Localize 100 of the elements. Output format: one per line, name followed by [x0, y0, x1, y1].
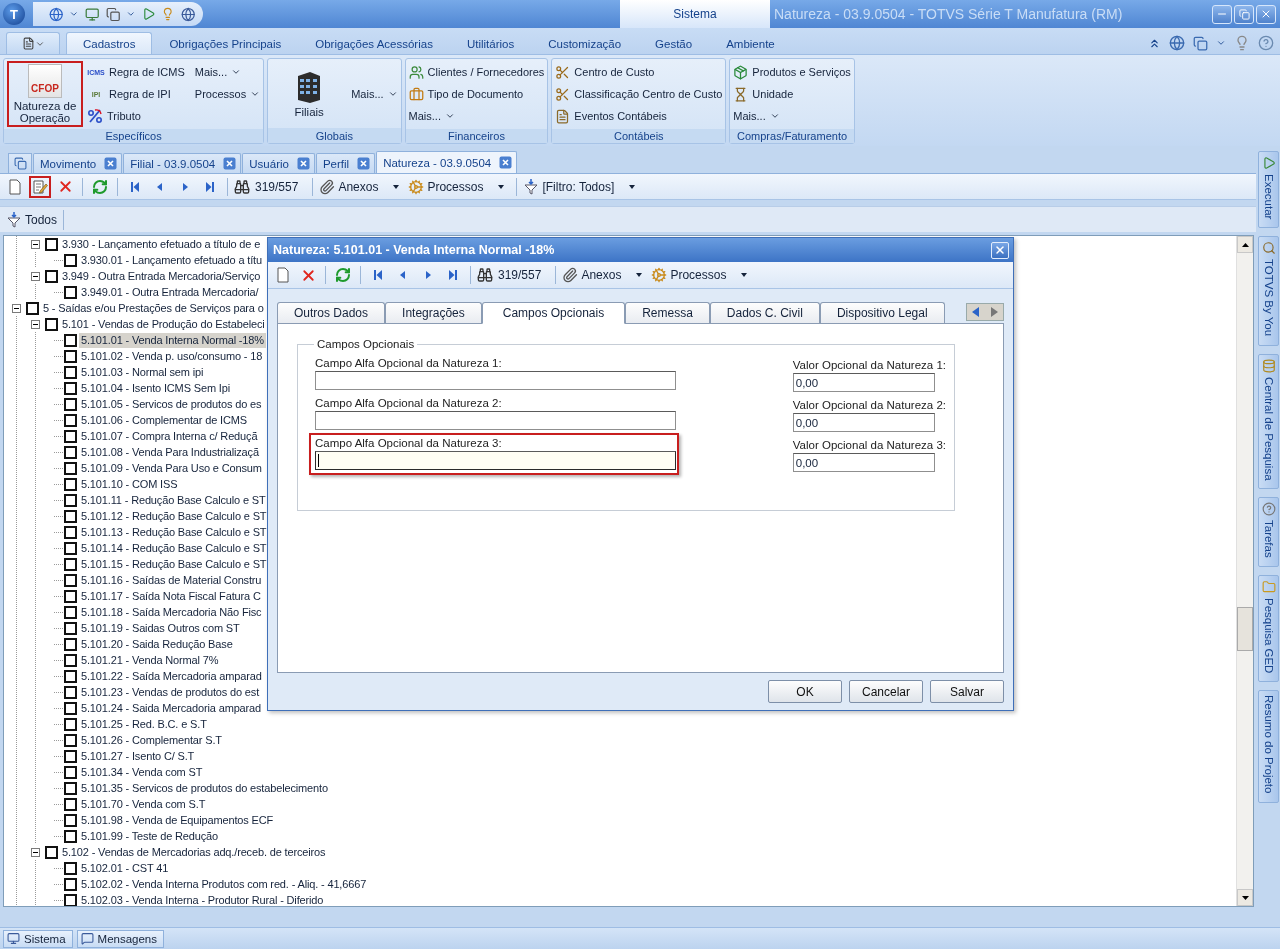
- checkbox[interactable]: [64, 461, 77, 475]
- tree-item-label[interactable]: 5 - Saídas e/ou Prestações de Serviços para o: [41, 300, 266, 316]
- collapse-toggle[interactable]: [31, 271, 40, 281]
- dialog-tab[interactable]: Dados C. Civil: [709, 302, 820, 323]
- ribbon-tab[interactable]: Cadastros: [66, 32, 153, 54]
- input-field[interactable]: [315, 451, 676, 470]
- tree-item-label[interactable]: 5.101.35 - Servicos de produtos do estabelecimento: [79, 780, 330, 796]
- input-field[interactable]: [315, 411, 676, 430]
- checkbox[interactable]: [64, 637, 77, 651]
- app-logo[interactable]: T: [3, 3, 25, 25]
- ribbon-tab[interactable]: Ambiente: [709, 32, 792, 54]
- tree-item-label[interactable]: 5.101.05 - Servicos de produtos do es: [79, 396, 264, 412]
- vertical-scrollbar[interactable]: [1236, 236, 1253, 906]
- ribbon-menu-button[interactable]: Mais...: [408, 110, 545, 122]
- close-button[interactable]: [1256, 4, 1276, 24]
- dialog-tab[interactable]: Integrações: [385, 302, 482, 323]
- toolbar-menu[interactable]: Processos: [408, 178, 511, 195]
- input-field[interactable]: 0,00: [792, 373, 935, 392]
- ribbon-button[interactable]: Clientes / Fornecedores: [408, 64, 545, 80]
- ribbon-button[interactable]: Eventos Contábeis: [555, 108, 723, 124]
- tree-item-label[interactable]: 5.101.16 - Saídas de Material Constru: [79, 572, 264, 588]
- system-tab[interactable]: Sistema: [620, 0, 770, 28]
- ribbon-menu-button[interactable]: Mais...: [351, 87, 398, 100]
- document-tab[interactable]: Usuário: [242, 153, 315, 173]
- application-menu-button[interactable]: [6, 32, 60, 54]
- checkbox[interactable]: [64, 605, 77, 619]
- ribbon-button[interactable]: Produtos e Serviços: [733, 64, 851, 80]
- tree-item-label[interactable]: 3.949.01 - Outra Entrada Mercadoria/: [79, 284, 261, 300]
- checkbox[interactable]: [64, 589, 77, 603]
- checkbox[interactable]: [64, 877, 77, 891]
- play-icon[interactable]: [141, 7, 156, 21]
- collapse-toggle[interactable]: [31, 239, 40, 249]
- tree-item-label[interactable]: 5.101.10 - COM ISS: [79, 476, 180, 492]
- close-icon[interactable]: [357, 157, 371, 170]
- side-panel-tab[interactable]: TOTVS By You: [1258, 236, 1279, 346]
- ribbon-menu-button[interactable]: Mais...: [194, 66, 261, 78]
- ribbon-menu-button[interactable]: Mais...: [733, 110, 851, 122]
- checkbox[interactable]: [64, 717, 77, 731]
- tree-item-label[interactable]: 5.101.23 - Vendas de produtos do est: [79, 684, 262, 700]
- toolbar-menu[interactable]: Processos: [651, 267, 754, 283]
- checkbox[interactable]: [64, 509, 77, 523]
- toolbar-menu[interactable]: [Filtro: Todos]: [523, 178, 642, 195]
- checkbox[interactable]: [64, 285, 77, 299]
- globe-icon[interactable]: [1169, 35, 1185, 51]
- ribbon-button[interactable]: Classificação Centro de Custo: [555, 86, 723, 102]
- checkbox[interactable]: [45, 269, 58, 283]
- tree-item-label[interactable]: 5.101.17 - Saída Nota Fiscal Fatura C: [79, 588, 263, 604]
- search-icon[interactable]: [477, 267, 493, 283]
- ribbon-menu-button[interactable]: Processos: [194, 88, 261, 100]
- checkbox[interactable]: [64, 381, 77, 395]
- close-icon[interactable]: [104, 157, 118, 170]
- close-icon[interactable]: [499, 156, 513, 169]
- close-icon[interactable]: [223, 157, 237, 170]
- ribbon-large-button[interactable]: Filiais: [271, 61, 348, 126]
- side-panel-tab[interactable]: Resumo do Projeto: [1258, 690, 1279, 803]
- checkbox[interactable]: [64, 493, 77, 507]
- dialog-button[interactable]: Cancelar: [849, 680, 923, 703]
- close-button[interactable]: [991, 241, 1009, 259]
- document-tab[interactable]: Natureza - 03.9.0504: [376, 151, 518, 173]
- document-tab[interactable]: Filial - 03.9.0504: [123, 153, 242, 173]
- tree-item-label[interactable]: 5.101.12 - Redução Base Calculo e ST: [79, 508, 269, 524]
- tree-item-label[interactable]: 5.101.22 - Saída Mercadoria amparad: [79, 668, 264, 684]
- checkbox[interactable]: [64, 781, 77, 795]
- status-bar-button[interactable]: Sistema: [3, 929, 73, 948]
- checkbox[interactable]: [64, 621, 77, 635]
- checkbox[interactable]: [64, 861, 77, 875]
- checkbox[interactable]: [64, 829, 77, 843]
- ribbon-button[interactable]: Unidade: [733, 86, 851, 102]
- checkbox[interactable]: [64, 477, 77, 491]
- collapse-toggle[interactable]: [12, 303, 21, 313]
- filter-button[interactable]: Todos: [4, 209, 65, 230]
- collapse-toggle[interactable]: [31, 319, 40, 329]
- monitor-icon[interactable]: [85, 6, 100, 22]
- ribbon-button[interactable]: Tributo: [87, 108, 185, 124]
- checkbox[interactable]: [64, 397, 77, 411]
- tree-item-label[interactable]: 5.101.19 - Saidas Outros com ST: [79, 620, 242, 636]
- ribbon-tab[interactable]: Gestão: [638, 32, 710, 54]
- tree-item-label[interactable]: 5.101.27 - Isento C/ S.T: [79, 748, 197, 764]
- layout-icon[interactable]: [1193, 35, 1208, 51]
- tree-item-label[interactable]: 5.101 - Vendas de Produção do Estabeleci: [60, 316, 267, 332]
- checkbox[interactable]: [64, 541, 77, 555]
- tree-item-label[interactable]: 5.101.14 - Redução Base Calculo e ST: [79, 540, 269, 556]
- checkbox[interactable]: [64, 253, 77, 267]
- tree-item-label[interactable]: 5.101.26 - Complementar S.T: [79, 732, 224, 748]
- down-arrow-icon[interactable]: [1241, 895, 1249, 900]
- side-panel-tab[interactable]: Tarefas: [1258, 497, 1279, 567]
- scroll-thumb[interactable]: [1237, 607, 1253, 651]
- collapse-toggle[interactable]: [31, 847, 40, 857]
- checkbox[interactable]: [64, 557, 77, 571]
- tree-item-label[interactable]: 3.930 - Lançamento efetuado a título de e: [60, 236, 263, 252]
- checkbox[interactable]: [64, 445, 77, 459]
- checkbox[interactable]: [64, 765, 77, 779]
- dialog-tab[interactable]: Campos Opcionais: [481, 302, 626, 324]
- tree-item-label[interactable]: 5.101.24 - Saida Mercadoria amparad: [79, 700, 264, 716]
- dialog-button[interactable]: OK: [768, 680, 842, 703]
- side-panel-tab[interactable]: Executar: [1258, 151, 1279, 229]
- checkbox[interactable]: [64, 573, 77, 587]
- globe-icon[interactable]: [49, 6, 64, 22]
- ribbon-tab[interactable]: Obrigações Principais: [152, 32, 299, 54]
- checkbox[interactable]: [64, 701, 77, 715]
